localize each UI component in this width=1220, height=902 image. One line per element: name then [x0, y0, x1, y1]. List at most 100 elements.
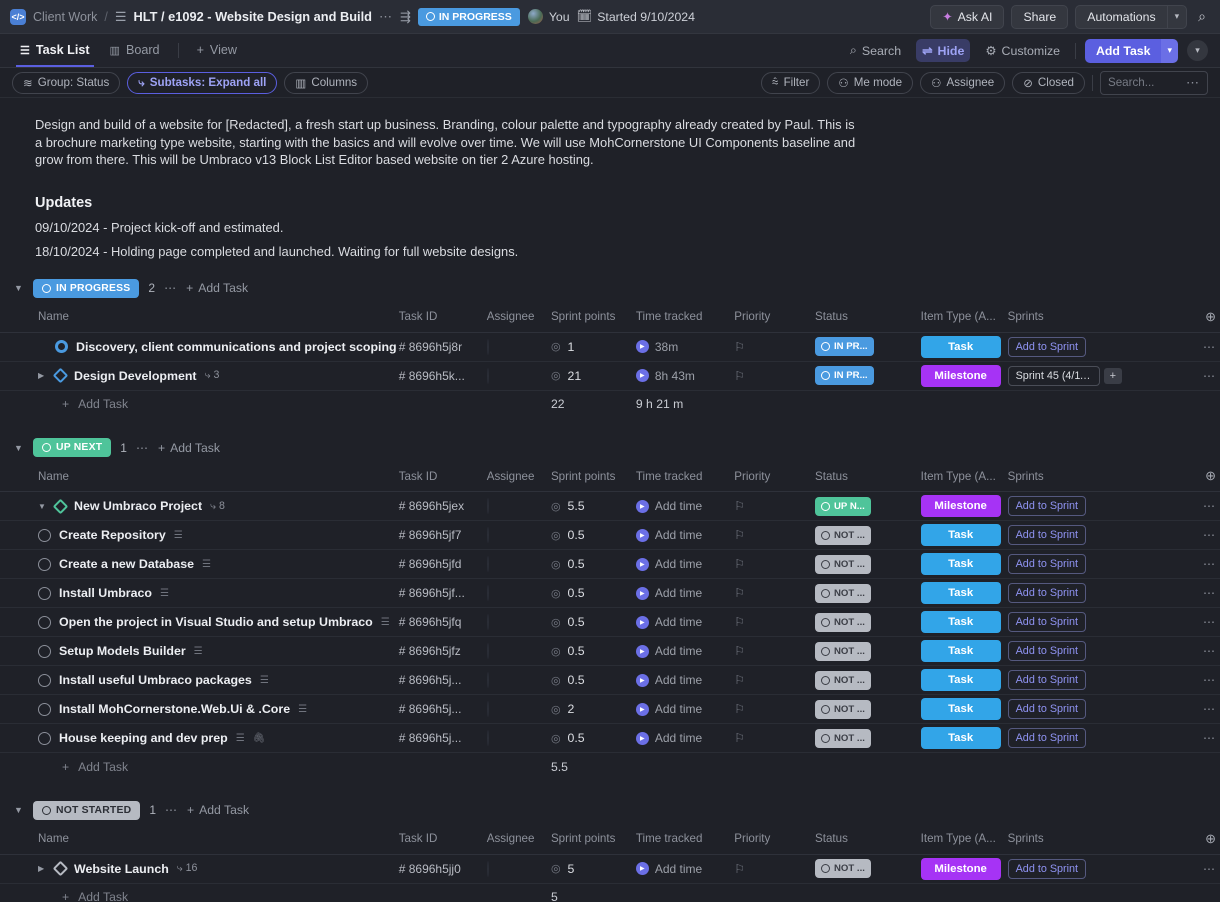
flag-icon[interactable]: ⚐ [734, 731, 745, 745]
time-tracked-value[interactable]: 8h 43m [655, 369, 695, 383]
sprint-points-value[interactable]: 0.5 [568, 644, 585, 658]
table-row[interactable]: ▶ Discovery, client communications and pr… [0, 332, 1220, 361]
item-type-badge[interactable]: Task [921, 698, 1001, 720]
plus-circle-icon[interactable]: ⊕ [1205, 831, 1216, 846]
column-header-points[interactable]: Sprint points [551, 824, 636, 855]
page-title[interactable]: HLT / e1092 - Website Design and Build [134, 9, 372, 24]
task-name[interactable]: Create a new Database [59, 557, 194, 571]
play-timer-icon[interactable]: ▶ [636, 645, 649, 658]
column-header-points[interactable]: Sprint points [551, 461, 636, 492]
row-expand-icon[interactable]: ▼ [38, 502, 47, 511]
column-header-status[interactable]: Status [815, 302, 921, 333]
status-badge[interactable]: NOT ... [815, 555, 871, 574]
task-name[interactable]: Setup Models Builder [59, 644, 186, 658]
add-to-sprint-button[interactable]: Add to Sprint [1008, 612, 1086, 632]
play-timer-icon[interactable]: ▶ [636, 340, 649, 353]
column-header-id[interactable]: Task ID [399, 461, 487, 492]
task-name[interactable]: Open the project in Visual Studio and se… [59, 615, 373, 629]
task-id[interactable]: # 8696h5j8r [399, 340, 462, 354]
add-to-sprint-button[interactable]: Add to Sprint [1008, 699, 1086, 719]
add-to-sprint-button[interactable]: Add to Sprint [1008, 554, 1086, 574]
task-name[interactable]: Discovery, client communications and pro… [76, 340, 397, 354]
column-header-assignee[interactable]: Assignee [487, 461, 551, 492]
milestone-diamond-grey-icon[interactable] [53, 861, 69, 877]
progress-circle-icon[interactable] [55, 340, 68, 353]
avatar[interactable] [487, 730, 489, 746]
group-ellipsis-icon[interactable]: ⋯ [164, 281, 177, 295]
row-ellipsis-icon[interactable]: ⋯ [1203, 586, 1216, 600]
avatar[interactable] [487, 614, 489, 630]
item-type-badge[interactable]: Task [921, 524, 1001, 546]
start-date-chip[interactable]: 🗓 Started 9/10/2024 [577, 9, 695, 24]
play-timer-icon[interactable]: ▶ [636, 616, 649, 629]
row-ellipsis-icon[interactable]: ⋯ [1203, 702, 1216, 716]
add-to-sprint-button[interactable]: Add to Sprint [1008, 859, 1086, 879]
task-name[interactable]: New Umbraco Project [74, 499, 202, 513]
column-header-name[interactable]: Name [0, 302, 399, 333]
time-tracked-value[interactable]: Add time [655, 499, 702, 513]
add-task-inline-button[interactable]: +Add Task [38, 760, 395, 774]
sprint-points-value[interactable]: 5 [568, 862, 575, 876]
avatar[interactable] [487, 861, 489, 877]
sprint-points-value[interactable]: 0.5 [568, 673, 585, 687]
table-row[interactable]: Install MohCornerstone.Web.Ui & .Core☰# … [0, 695, 1220, 724]
column-header-status[interactable]: Status [815, 824, 921, 855]
play-timer-icon[interactable]: ▶ [636, 703, 649, 716]
status-badge[interactable]: IN PROGRESS [418, 8, 520, 26]
time-tracked-value[interactable]: Add time [655, 615, 702, 629]
status-badge[interactable]: NOT ... [815, 700, 871, 719]
table-row[interactable]: Setup Models Builder☰# 8696h5jfz◎0.5▶Add… [0, 637, 1220, 666]
title-ellipsis-icon[interactable]: ⋯ [379, 9, 393, 25]
row-ellipsis-icon[interactable]: ⋯ [1203, 528, 1216, 542]
play-timer-icon[interactable]: ▶ [636, 674, 649, 687]
column-header-time[interactable]: Time tracked [636, 461, 734, 492]
group-by-chip[interactable]: ≋ Group: Status [12, 72, 120, 94]
column-header-type[interactable]: Item Type (A... [921, 824, 1008, 855]
sprint-points-value[interactable]: 21 [568, 369, 582, 383]
search-button[interactable]: ⌕ Search [844, 39, 907, 62]
customize-button[interactable]: ⚙ Customize [979, 39, 1066, 62]
item-type-badge[interactable]: Task [921, 553, 1001, 575]
sprint-points-value[interactable]: 0.5 [568, 586, 585, 600]
add-task-inline-button[interactable]: +Add Task [38, 397, 395, 411]
time-tracked-value[interactable]: 38m [655, 340, 678, 354]
sprint-points-value[interactable]: 5.5 [568, 499, 585, 513]
table-row[interactable]: ▼New Umbraco Project⤷ 8# 8696h5jex◎5.5▶A… [0, 492, 1220, 521]
time-tracked-value[interactable]: Add time [655, 644, 702, 658]
table-row[interactable]: Create Repository☰# 8696h5jf7◎0.5▶Add ti… [0, 521, 1220, 550]
column-header-sprints[interactable]: Sprints [1008, 824, 1179, 855]
column-header-id[interactable]: Task ID [399, 824, 487, 855]
group-collapse-icon[interactable]: ▼ [14, 283, 24, 293]
group-collapse-icon[interactable]: ▼ [14, 443, 24, 453]
avatar[interactable] [487, 585, 489, 601]
empty-circle-icon[interactable] [38, 529, 51, 542]
avatar[interactable] [487, 672, 489, 688]
search-circle-icon[interactable]: ⌕ [1194, 8, 1210, 25]
group-ellipsis-icon[interactable]: ⋯ [136, 441, 149, 455]
play-timer-icon[interactable]: ▶ [636, 500, 649, 513]
status-badge[interactable]: NOT ... [815, 642, 871, 661]
automations-caret-icon[interactable]: ▾ [1167, 5, 1188, 29]
item-type-badge[interactable]: Task [921, 336, 1001, 358]
columns-chip[interactable]: ▥ Columns [284, 72, 368, 94]
time-tracked-value[interactable]: Add time [655, 557, 702, 571]
column-header-type[interactable]: Item Type (A... [921, 461, 1008, 492]
task-name[interactable]: Install MohCornerstone.Web.Ui & .Core [59, 702, 290, 716]
column-header-sprints[interactable]: Sprints [1008, 461, 1179, 492]
status-badge[interactable]: NOT ... [815, 859, 871, 878]
flag-icon[interactable]: ⚐ [734, 340, 745, 354]
flag-icon[interactable]: ⚐ [734, 557, 745, 571]
group-collapse-icon[interactable]: ▼ [14, 805, 24, 815]
sort-lines-icon[interactable]: ⇶ [400, 9, 411, 25]
task-id[interactable]: # 8696h5jf... [399, 586, 465, 600]
row-ellipsis-icon[interactable]: ⋯ [1203, 615, 1216, 629]
avatar[interactable] [487, 339, 489, 355]
ask-ai-button[interactable]: ✦ Ask AI [930, 5, 1004, 29]
play-timer-icon[interactable]: ▶ [636, 587, 649, 600]
sprint-points-value[interactable]: 0.5 [568, 615, 585, 629]
add-sprint-icon[interactable]: + [1104, 368, 1122, 384]
group-add-task-button[interactable]: +Add Task [158, 441, 220, 455]
row-ellipsis-icon[interactable]: ⋯ [1203, 557, 1216, 571]
add-task-inline-button[interactable]: +Add Task [38, 890, 395, 902]
column-header-assignee[interactable]: Assignee [487, 824, 551, 855]
